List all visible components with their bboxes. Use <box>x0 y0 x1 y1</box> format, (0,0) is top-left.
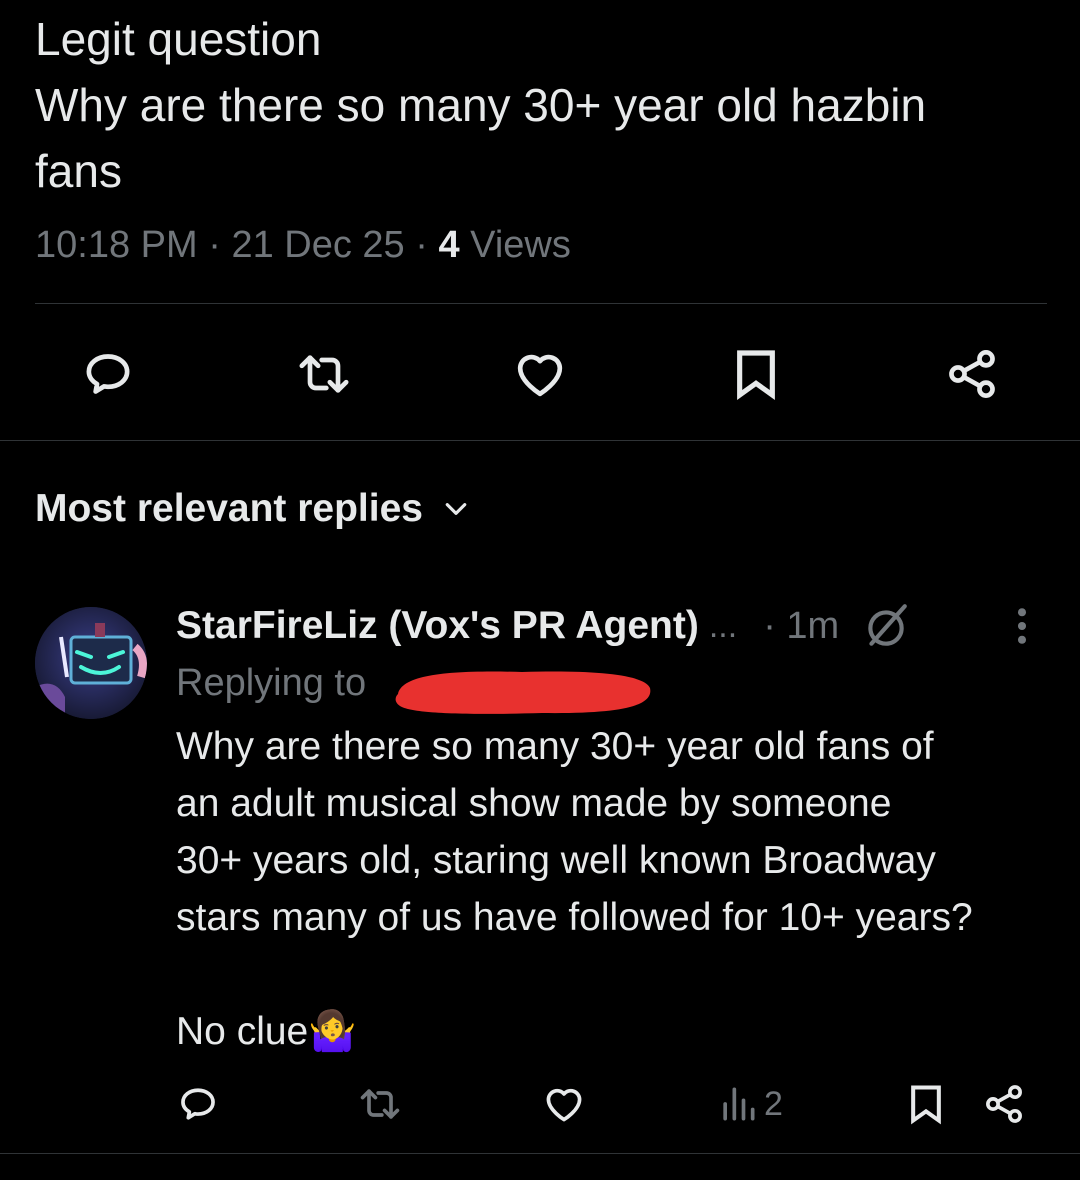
sort-label: Most relevant replies <box>35 487 423 530</box>
tweet-date: 21 Dec 25 <box>231 224 405 266</box>
reply-reply-button[interactable] <box>176 1076 220 1132</box>
replies-sort-dropdown[interactable]: Most relevant replies <box>35 484 471 534</box>
reply-text-line: an adult musical show made by someone <box>176 782 892 825</box>
bookmark-icon <box>737 350 775 400</box>
reply-action-bar: 2 <box>0 1076 1080 1132</box>
bookmark-button[interactable] <box>724 342 788 406</box>
reply-header: StarFireLiz (Vox's PR Agent) ... · 1m <box>176 598 1056 654</box>
author-name[interactable]: StarFireLiz (Vox's PR Agent) <box>176 604 699 648</box>
more-options-icon[interactable] <box>1000 604 1044 648</box>
share-icon <box>949 349 995 399</box>
like-icon <box>546 1088 582 1122</box>
reply-time-row: · 1m <box>763 605 839 648</box>
reply-views-count: 2 <box>764 1084 783 1123</box>
share-button[interactable] <box>940 342 1004 406</box>
reply-text-line: 30+ years old, staring well known Broadw… <box>176 839 936 882</box>
share-icon <box>986 1085 1022 1123</box>
tweet-text-line: Why are there so many 30+ year old hazbi… <box>35 79 927 131</box>
reply-text-line: stars many of us have followed for 10+ y… <box>176 896 973 939</box>
reply-like-button[interactable] <box>542 1076 586 1132</box>
tweet-text-line: fans <box>35 145 122 197</box>
reply-share-button[interactable] <box>982 1076 1026 1132</box>
replying-to-label: Replying to <box>176 662 367 704</box>
name-truncation: ... <box>708 606 738 645</box>
grok-icon[interactable] <box>861 601 911 651</box>
reply-time[interactable]: 1m <box>786 605 839 647</box>
reply-button[interactable] <box>76 342 140 406</box>
reply-views-button[interactable]: 2 <box>716 1076 783 1132</box>
views-icon <box>723 1087 755 1121</box>
views-count[interactable]: 4 <box>438 224 459 266</box>
retweet-icon <box>299 355 349 393</box>
meta-separator: · <box>415 224 428 266</box>
divider <box>35 303 1047 304</box>
reply-retweet-button[interactable] <box>358 1076 402 1132</box>
reply-bookmark-button[interactable] <box>904 1076 948 1132</box>
reply-text-line <box>176 946 1066 1003</box>
bookmark-icon <box>911 1085 941 1125</box>
tweet-text-line: Legit question <box>35 13 322 65</box>
reply-icon <box>86 354 130 394</box>
meta-separator: · <box>208 224 221 266</box>
like-icon <box>517 354 563 397</box>
retweet-icon <box>360 1089 400 1119</box>
avatar[interactable] <box>35 607 147 719</box>
chevron-down-icon <box>445 503 467 515</box>
reply-text: Why are there so many 30+ year old fans … <box>176 718 1066 1060</box>
tweet-action-bar <box>0 342 1080 406</box>
redaction-scribble <box>395 671 651 714</box>
reply-text-line: No clue🤷‍♀️ <box>176 1010 357 1053</box>
reply-icon <box>181 1088 215 1120</box>
tweet-time: 10:18 PM <box>35 224 198 266</box>
like-button[interactable] <box>508 342 572 406</box>
meta-separator: · <box>763 604 776 647</box>
tweet-text: Legit question Why are there so many 30+… <box>35 6 1065 204</box>
tweet-meta: 10:18 PM · 21 Dec 25 · 4 Views <box>35 222 571 268</box>
divider <box>0 440 1080 441</box>
reply-text-line: Why are there so many 30+ year old fans … <box>176 725 934 768</box>
divider <box>0 1153 1080 1154</box>
views-label[interactable]: Views <box>470 224 571 266</box>
retweet-button[interactable] <box>292 342 356 406</box>
